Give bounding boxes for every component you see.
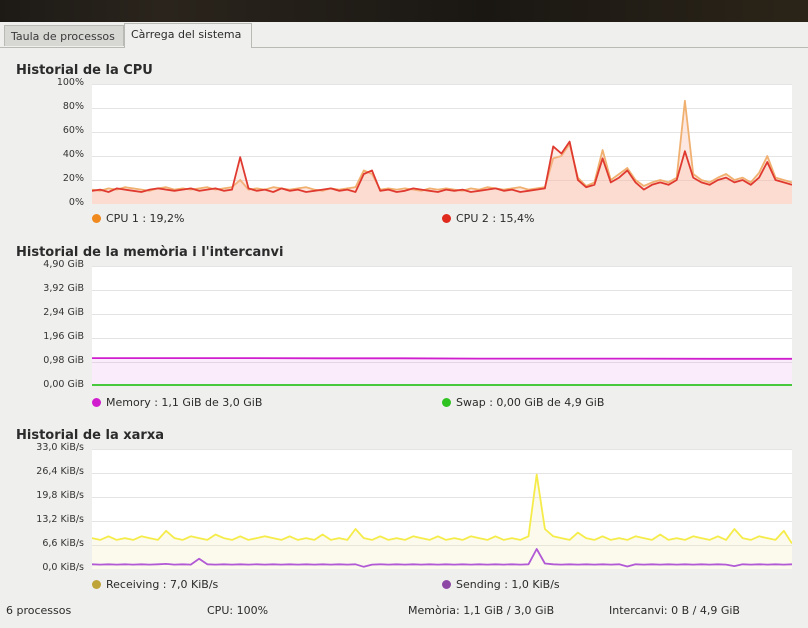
sending-legend: Sending : 1,0 KiB/s xyxy=(442,578,560,591)
network-y-tick-label: 6,6 KiB/s xyxy=(42,538,84,549)
cpu1-legend-label: CPU 1 : 19,2% xyxy=(106,212,185,225)
tab-bar: Taula de processos Càrrega del sistema xyxy=(0,22,808,48)
cpu2-legend: CPU 2 : 15,4% xyxy=(442,212,535,225)
network-y-tick-label: 13,2 KiB/s xyxy=(36,514,84,525)
network-y-tick-label: 26,4 KiB/s xyxy=(36,466,84,477)
cpu-history-chart xyxy=(92,84,792,204)
cpu-history-title: Historial de la CPU xyxy=(16,63,153,78)
status-process-count: 6 processos xyxy=(6,604,72,617)
receiving-color-dot xyxy=(92,580,101,589)
cpu-y-tick-label: 80% xyxy=(62,101,84,112)
cpu-y-tick-label: 60% xyxy=(62,125,84,136)
swap-legend: Swap : 0,00 GiB de 4,9 GiB xyxy=(442,396,604,409)
network-y-tick-label: 19,8 KiB/s xyxy=(36,490,84,501)
sending-color-dot xyxy=(442,580,451,589)
swap-legend-label: Swap : 0,00 GiB de 4,9 GiB xyxy=(456,396,605,409)
status-cpu: CPU: 100% xyxy=(207,604,269,617)
memory-series-0-line xyxy=(92,357,792,360)
cpu2-color-dot xyxy=(442,214,451,223)
receiving-legend-label: Receiving : 7,0 KiB/s xyxy=(106,578,219,591)
memory-y-tick-label: 4,90 GiB xyxy=(43,259,84,270)
sending-legend-label: Sending : 1,0 KiB/s xyxy=(456,578,560,591)
cpu-y-tick-label: 40% xyxy=(62,149,84,160)
network-y-tick-label: 33,0 KiB/s xyxy=(36,442,84,453)
cpu-y-tick-label: 0% xyxy=(68,197,84,208)
memory-series-0-area xyxy=(92,358,792,386)
receiving-legend: Receiving : 7,0 KiB/s xyxy=(92,578,218,591)
memory-history-chart xyxy=(92,266,792,386)
memory-color-dot xyxy=(92,398,101,407)
memory-y-tick-label: 0,00 GiB xyxy=(43,379,84,390)
cpu-y-tick-label: 20% xyxy=(62,173,84,184)
memory-legend: Memory : 1,1 GiB de 3,0 GiB xyxy=(92,396,262,409)
memory-history-title: Historial de la memòria i l'intercanvi xyxy=(16,245,284,260)
memory-y-tick-label: 0,98 GiB xyxy=(43,355,84,366)
window-top-bar xyxy=(0,0,808,22)
network-history-chart xyxy=(92,449,792,569)
network-y-tick-label: 0,0 KiB/s xyxy=(42,562,84,573)
status-swap: Intercanvi: 0 B / 4,9 GiB xyxy=(609,604,740,617)
cpu-y-tick-label: 100% xyxy=(56,77,84,88)
network-history-title: Historial de la xarxa xyxy=(16,428,164,443)
memory-y-tick-label: 3,92 GiB xyxy=(43,283,84,294)
memory-y-tick-label: 1,96 GiB xyxy=(43,331,84,342)
memory-y-tick-label: 2,94 GiB xyxy=(43,307,84,318)
tab-process-table[interactable]: Taula de processos xyxy=(4,25,124,46)
cpu2-legend-label: CPU 2 : 15,4% xyxy=(456,212,535,225)
tab-system-load[interactable]: Càrrega del sistema xyxy=(124,23,252,48)
cpu1-legend: CPU 1 : 19,2% xyxy=(92,212,185,225)
status-memory: Memòria: 1,1 GiB / 3,0 GiB xyxy=(408,604,555,617)
memory-legend-label: Memory : 1,1 GiB de 3,0 GiB xyxy=(106,396,263,409)
cpu1-color-dot xyxy=(92,214,101,223)
swap-color-dot xyxy=(442,398,451,407)
